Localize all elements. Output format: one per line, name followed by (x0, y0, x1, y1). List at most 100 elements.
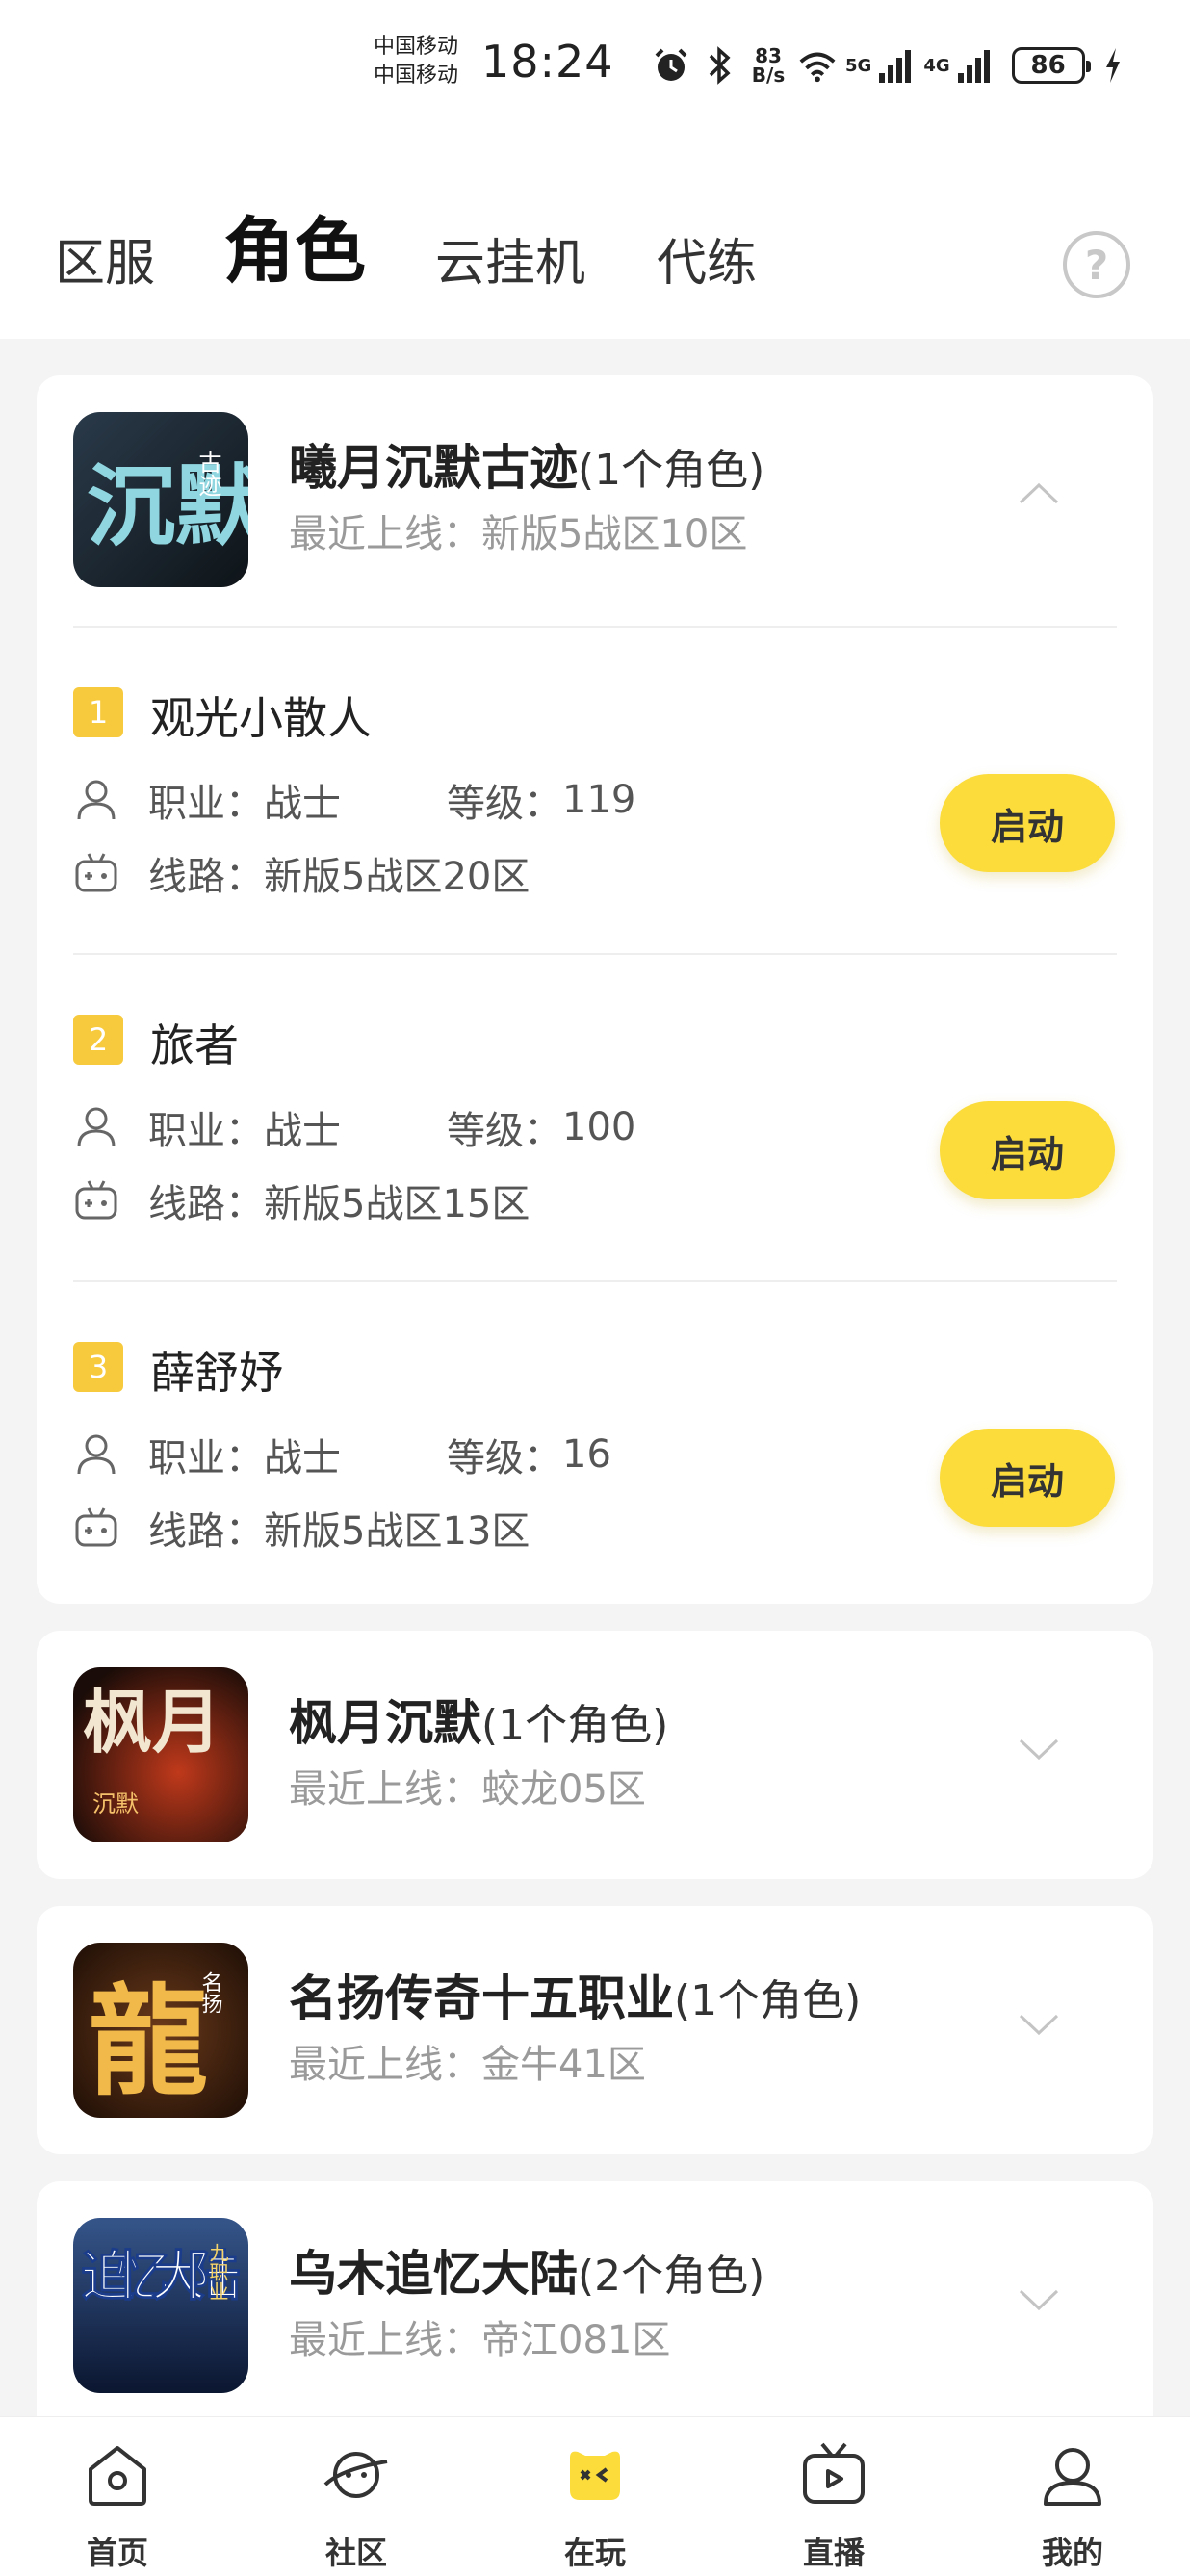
game-icon-tag: 名扬 (198, 1971, 223, 2014)
route-label: 线路： (148, 1182, 264, 1226)
controller-icon (75, 1180, 117, 1220)
game-icon: 追忆大陆 九职业 (73, 2218, 248, 2393)
top-tab-bar: 区服 角色 云挂机 代练 ? (0, 135, 1190, 339)
controller-icon (75, 1507, 117, 1547)
carrier-1: 中国移动 (374, 35, 459, 59)
job-label: 职业： (148, 782, 264, 826)
person-icon (77, 1434, 116, 1475)
role-count: (1个角色) (674, 1976, 862, 2025)
job-value: 战士 (264, 1436, 341, 1481)
game-header[interactable]: 追忆大陆 九职业 乌木追忆大陆(2个角色) 最近上线：帝江081区 (37, 2181, 1153, 2432)
last-online: 最近上线：金牛41区 (289, 2033, 646, 2089)
last-online-label: 最近上线： (289, 512, 481, 556)
route-label: 线路： (148, 1509, 264, 1554)
start-button[interactable]: 启动 (940, 1101, 1115, 1199)
game-card-1: 沉默 古迹 曦月沉默古迹(1个角色) 最近上线：新版5战区10区 1 观光小散人… (37, 375, 1153, 1604)
question-circle-icon[interactable]: ? (1063, 231, 1130, 298)
signal-bars-icon (954, 44, 995, 87)
net-speed: 83 B/s (747, 46, 789, 85)
nav-home[interactable]: 首页 (40, 2440, 194, 2573)
net-speed-value: 83 (755, 44, 782, 67)
last-online-label: 最近上线： (289, 2043, 481, 2087)
game-icon-text: 龍 (89, 1972, 208, 2112)
last-online: 最近上线：蛟龙05区 (289, 1758, 646, 1814)
game-icon-tag: 九职业 (206, 2243, 229, 2301)
alarm-icon (651, 44, 691, 87)
level-value: 100 (562, 1105, 636, 1149)
level-value: 16 (562, 1432, 611, 1477)
role-job-line: 职业： 战士 等级： 16 (73, 1427, 611, 1482)
role-route-line: 线路： 新版5战区13区 (73, 1500, 530, 1556)
tab-power-leveling[interactable]: 代练 (657, 235, 757, 293)
chevron-down-icon[interactable] (1017, 2278, 1061, 2322)
role-count: (1个角色) (481, 1701, 669, 1750)
game-name: 乌木追忆大陆 (289, 2246, 578, 2302)
last-online-server: 金牛41区 (481, 2043, 646, 2087)
game-name: 曦月沉默古迹 (289, 440, 578, 496)
role-count: (2个角色) (578, 2252, 765, 2301)
signal-2-label: 4G (923, 55, 950, 76)
level-value: 119 (562, 778, 636, 822)
net-speed-unit: B/s (751, 64, 786, 87)
start-button[interactable]: 启动 (940, 1429, 1115, 1527)
carrier-labels: 中国移动 中国移动 (374, 33, 479, 90)
home-icon (89, 2446, 146, 2506)
role-item: 2 旅者 职业： 战士 等级： 100 线路： 新版5战区15区 启动 (37, 955, 1153, 1280)
nav-home-label: 首页 (86, 2535, 148, 2571)
nav-playing[interactable]: 在玩 (518, 2440, 672, 2573)
nav-community[interactable]: 社区 (279, 2440, 433, 2573)
game-name: 名扬传奇十五职业 (289, 1971, 674, 2026)
status-bar: 中国移动 中国移动 18:24 83 B/s 5G 4G 86 (0, 0, 1190, 135)
game-icon-text: 枫月 (83, 1682, 221, 1763)
game-icon-text: 沉默 (87, 455, 248, 558)
last-online-server: 新版5战区10区 (481, 512, 748, 556)
role-count: (1个角色) (578, 446, 765, 495)
bluetooth-icon (699, 44, 739, 87)
game-header[interactable]: 沉默 古迹 曦月沉默古迹(1个角色) 最近上线：新版5战区10区 (37, 375, 1153, 626)
tv-icon (803, 2442, 865, 2504)
game-header[interactable]: 枫月 沉默 枫月沉默(1个角色) 最近上线：蛟龙05区 (37, 1631, 1153, 1881)
signal-bars-icon (875, 44, 916, 87)
wifi-icon (797, 44, 838, 87)
gamepad-icon (570, 2451, 620, 2500)
game-title-row: 名扬传奇十五职业(1个角色) (289, 1960, 861, 2029)
job-label: 职业： (148, 1436, 264, 1481)
nav-live[interactable]: 直播 (757, 2440, 911, 2573)
game-header[interactable]: 龍 名扬 名扬传奇十五职业(1个角色) 最近上线：金牛41区 (37, 1906, 1153, 2156)
nav-mine[interactable]: 我的 (996, 2440, 1150, 2573)
game-card-4[interactable]: 追忆大陆 九职业 乌木追忆大陆(2个角色) 最近上线：帝江081区 (37, 2181, 1153, 2416)
role-route-line: 线路： 新版5战区20区 (73, 845, 530, 901)
person-icon (77, 780, 116, 820)
game-card-3[interactable]: 龍 名扬 名扬传奇十五职业(1个角色) 最近上线：金牛41区 (37, 1906, 1153, 2154)
battery-indicator: 86 (1011, 47, 1091, 84)
route-value: 新版5战区20区 (264, 855, 530, 899)
role-index-badge: 1 (73, 687, 123, 737)
route-value: 新版5战区13区 (264, 1509, 530, 1554)
carrier-2: 中国移动 (374, 64, 459, 88)
job-label: 职业： (148, 1109, 264, 1153)
chevron-down-icon[interactable] (1017, 2002, 1061, 2047)
level-label: 等级： (447, 1436, 562, 1481)
game-card-2[interactable]: 枫月 沉默 枫月沉默(1个角色) 最近上线：蛟龙05区 (37, 1631, 1153, 1879)
route-label: 线路： (148, 855, 264, 899)
last-online: 最近上线：帝江081区 (289, 2308, 670, 2364)
tab-role[interactable]: 角色 (223, 210, 366, 293)
game-icon-tag: 沉默 (92, 1790, 139, 1817)
role-item: 3 薛舒妤 职业： 战士 等级： 16 线路： 新版5战区13区 启动 (37, 1282, 1153, 1608)
role-name: 观光小散人 (150, 692, 372, 744)
chevron-up-icon[interactable] (1017, 472, 1061, 516)
nav-mine-label: 我的 (1041, 2535, 1103, 2571)
role-index-badge: 3 (73, 1342, 123, 1392)
chevron-down-icon[interactable] (1017, 1727, 1061, 1771)
tab-zone[interactable]: 区服 (55, 235, 155, 293)
bottom-nav: 首页 社区 在玩 直播 我的 (0, 2416, 1190, 2576)
nav-live-label: 直播 (802, 2535, 865, 2571)
controller-icon (75, 853, 117, 892)
game-title-row: 枫月沉默(1个角色) (289, 1685, 668, 1754)
start-button[interactable]: 启动 (940, 774, 1115, 872)
tab-cloud-idle[interactable]: 云挂机 (435, 235, 585, 293)
last-online-label: 最近上线： (289, 2318, 481, 2362)
game-name: 枫月沉默 (289, 1695, 481, 1751)
role-job-line: 职业： 战士 等级： 119 (73, 772, 635, 828)
clock: 18:24 (481, 36, 614, 88)
